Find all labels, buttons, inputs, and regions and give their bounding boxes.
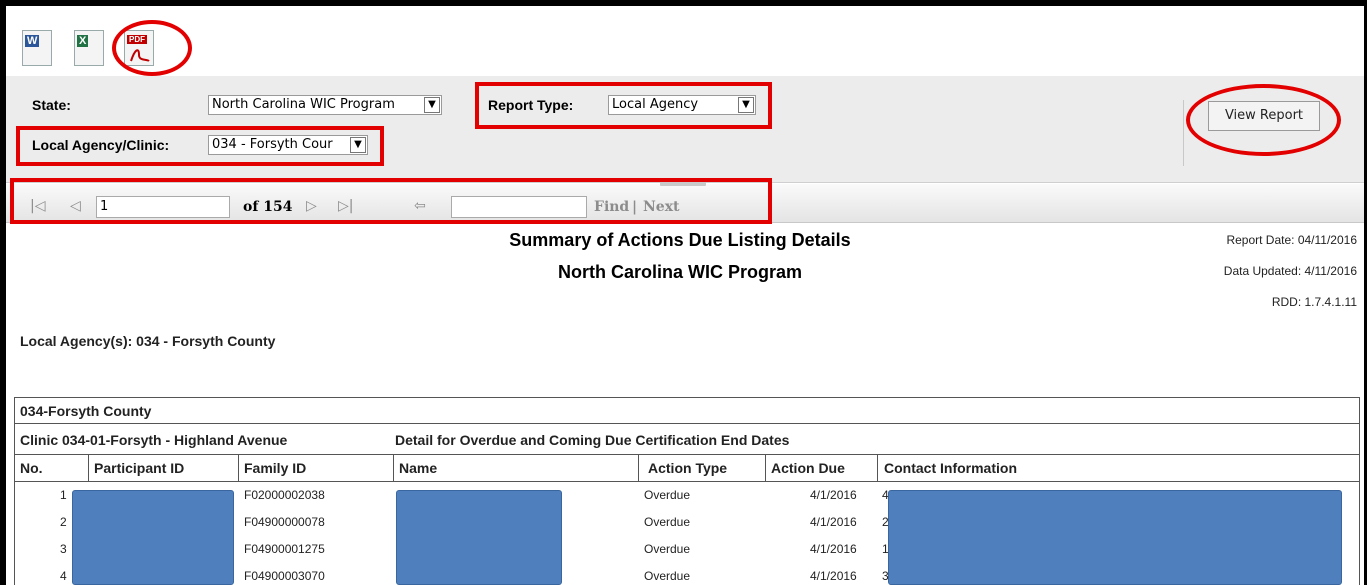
group-header: 034-Forsyth County <box>20 403 152 419</box>
column-divider <box>88 454 89 481</box>
row-action-type: Overdue <box>644 488 691 502</box>
toolbar-annotation-box <box>10 178 772 224</box>
row-action-type: Overdue <box>644 569 691 583</box>
row-family-id: F02000002038 <box>244 488 325 502</box>
pdf-annotation-circle <box>112 20 192 76</box>
row-no: 4 <box>60 569 67 583</box>
local-agency-summary: Local Agency(s): 034 - Forsyth County <box>20 333 276 349</box>
row-family-id: F04900001275 <box>244 542 325 556</box>
row-action-type: Overdue <box>644 515 691 529</box>
column-header-action-due: Action Due <box>771 460 845 476</box>
row-no: 3 <box>60 542 67 556</box>
column-header-participant-id: Participant ID <box>94 460 185 476</box>
window-top-border <box>0 0 1367 6</box>
row-family-id: F04900003070 <box>244 569 325 583</box>
redacted-names <box>396 490 562 585</box>
excel-export-icon[interactable]: X <box>74 30 104 66</box>
report-title: Summary of Actions Due Listing Details <box>509 230 851 250</box>
report-type-annotation-box <box>475 82 772 129</box>
detail-header: Detail for Overdue and Coming Due Certif… <box>395 432 790 448</box>
column-header-action-type: Action Type <box>648 460 728 476</box>
state-label: State: <box>32 97 71 113</box>
column-divider <box>393 454 394 481</box>
column-divider <box>638 454 639 481</box>
row-action-due: 4/1/2016 <box>810 569 857 583</box>
row-action-due: 4/1/2016 <box>810 515 857 529</box>
report-date: Report Date: 04/11/2016 <box>1226 233 1357 247</box>
word-export-icon[interactable]: W <box>22 30 52 66</box>
state-select-value: North Carolina WIC Program <box>212 97 395 112</box>
column-divider <box>765 454 766 481</box>
data-updated: Data Updated: 4/11/2016 <box>1223 264 1357 278</box>
row-action-due: 4/1/2016 <box>810 542 857 556</box>
table-line <box>14 423 1360 424</box>
report-subtitle: North Carolina WIC Program <box>557 262 803 282</box>
clinic-header: Clinic 034-01-Forsyth - Highland Avenue <box>20 432 288 448</box>
column-header-contact-information: Contact Information <box>884 460 1017 476</box>
table-left-line <box>14 397 15 585</box>
table-top-line <box>14 397 1360 398</box>
row-action-type: Overdue <box>644 542 691 556</box>
row-no: 2 <box>60 515 67 529</box>
column-header-family-id: Family ID <box>244 460 307 476</box>
table-line <box>14 454 1360 455</box>
table-line <box>14 481 1360 482</box>
row-action-due: 4/1/2016 <box>810 488 857 502</box>
chevron-down-icon: ▼ <box>424 97 440 113</box>
local-agency-annotation-box <box>16 126 384 166</box>
redacted-participant-ids <box>72 490 234 585</box>
params-divider <box>1183 100 1184 166</box>
column-header-no: No. <box>20 460 43 476</box>
table-right-line <box>1359 397 1360 585</box>
column-divider <box>238 454 239 481</box>
column-header-name: Name <box>399 460 438 476</box>
row-no: 1 <box>60 488 67 502</box>
redacted-contact-information <box>888 490 1342 585</box>
view-report-annotation-circle <box>1186 84 1341 156</box>
row-family-id: F04900000078 <box>244 515 325 529</box>
rdd-version: RDD: 1.7.4.1.11 <box>1271 295 1357 309</box>
column-divider <box>877 454 878 481</box>
state-select[interactable]: North Carolina WIC Program ▼ <box>208 95 442 115</box>
